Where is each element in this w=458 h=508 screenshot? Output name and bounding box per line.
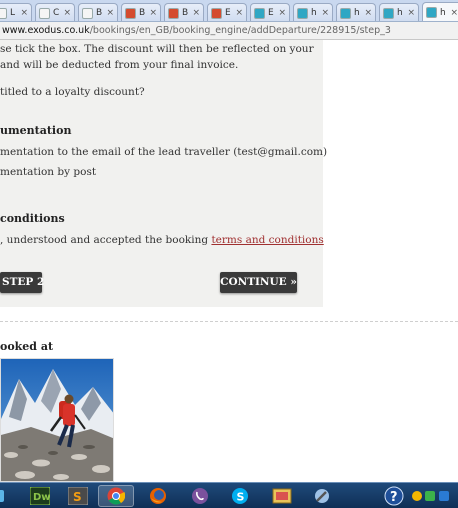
exodus-icon	[340, 7, 351, 19]
close-tab-icon[interactable]: ×	[450, 8, 458, 18]
close-tab-icon[interactable]: ×	[20, 8, 28, 18]
browser-tab[interactable]: L ×	[0, 3, 32, 21]
svg-text:S: S	[237, 491, 245, 504]
tab-title: B	[182, 8, 189, 18]
close-tab-icon[interactable]: ×	[278, 8, 286, 18]
svg-text:Dw: Dw	[33, 492, 50, 503]
browser-tab-strip: L × C × B × B × B × E × E × h × h × h × h ×	[0, 0, 458, 22]
dreamweaver-icon[interactable]: Dw	[22, 485, 58, 507]
browser-tab[interactable]: E ×	[207, 3, 247, 21]
tools-icon[interactable]	[304, 485, 340, 507]
loyalty-discount-question[interactable]: titled to a loyalty discount?	[0, 86, 145, 98]
conditions-text: , understood and accepted the booking	[0, 234, 212, 246]
url-path: /bookings/en_GB/booking_engine/addDepart…	[89, 25, 391, 36]
start-button[interactable]	[0, 485, 8, 507]
chrome-icon[interactable]	[98, 485, 134, 507]
exodus-icon	[297, 7, 308, 19]
tab-title: h	[440, 7, 446, 18]
browser-tab[interactable]: h ×	[336, 3, 376, 21]
tab-title: B	[96, 8, 103, 18]
double-chevron-right-icon: »	[290, 276, 297, 288]
continue-button[interactable]: CONTINUE »	[220, 272, 297, 293]
doc-option-post[interactable]: mentation by post	[0, 166, 96, 178]
url-domain: www.exodus.co.uk	[2, 25, 90, 36]
browser-tab[interactable]: B ×	[164, 3, 204, 21]
browser-tab[interactable]: E ×	[250, 3, 290, 21]
sublime-icon[interactable]: S	[60, 485, 96, 507]
svg-text:?: ?	[390, 490, 398, 505]
browser-tab[interactable]: C ×	[35, 3, 75, 21]
tab-title: C	[53, 8, 60, 18]
tray-network-icon	[439, 491, 449, 501]
conditions-heading: conditions	[0, 212, 65, 225]
close-tab-icon[interactable]: ×	[192, 8, 200, 18]
gmail-icon	[125, 7, 136, 19]
trekker-photo	[0, 358, 114, 482]
page-icon	[39, 7, 50, 19]
back-button-label: STEP 2	[2, 276, 45, 288]
browser-tab[interactable]: h ×	[422, 2, 458, 21]
tray-wechat-icon	[425, 491, 435, 501]
close-tab-icon[interactable]: ×	[149, 8, 157, 18]
tab-title: h	[397, 8, 403, 18]
close-tab-icon[interactable]: ×	[63, 8, 71, 18]
discount-instructions-line1: se tick the box. The discount will then …	[0, 43, 314, 55]
close-tab-icon[interactable]: ×	[364, 8, 372, 18]
exodus-icon	[426, 7, 437, 18]
address-bar[interactable]: www.exodus.co.uk/bookings/en_GB/booking_…	[0, 22, 458, 40]
tab-title: L	[10, 8, 16, 18]
close-tab-icon[interactable]: ×	[321, 8, 329, 18]
tab-title: E	[268, 8, 274, 18]
system-tray[interactable]	[410, 485, 458, 507]
close-tab-icon[interactable]: ×	[407, 8, 415, 18]
tab-title: h	[354, 8, 360, 18]
browser-tab[interactable]: h ×	[293, 3, 333, 21]
section-divider	[0, 321, 458, 322]
tab-title: E	[225, 8, 231, 18]
firefox-icon[interactable]	[140, 485, 176, 507]
close-tab-icon[interactable]: ×	[106, 8, 114, 18]
browser-tab[interactable]: h ×	[379, 3, 419, 21]
viber-icon[interactable]	[182, 485, 218, 507]
continue-button-label: CONTINUE	[220, 276, 287, 288]
booking-form-panel: se tick the box. The discount will then …	[0, 40, 327, 307]
back-to-step-2-button[interactable]: STEP 2	[0, 272, 45, 293]
photos-icon[interactable]	[264, 485, 300, 507]
windows-taskbar: Dw S S ?	[0, 482, 458, 508]
page-icon	[0, 7, 7, 19]
gmail-icon	[211, 7, 222, 19]
booked-at-heading: ooked at	[0, 340, 54, 353]
tray-norton-icon	[412, 491, 422, 501]
terms-and-conditions-link[interactable]: terms and conditions	[211, 234, 323, 246]
skype-icon[interactable]: S	[222, 485, 258, 507]
tab-title: h	[311, 8, 317, 18]
discount-instructions-line2: and will be deducted from your final inv…	[0, 59, 239, 71]
svg-text:S: S	[73, 490, 82, 504]
gmail-icon	[168, 7, 179, 19]
exodus-icon	[383, 7, 394, 19]
conditions-acceptance[interactable]: , understood and accepted the booking te…	[0, 234, 324, 246]
page-icon	[82, 7, 93, 19]
help-icon[interactable]: ?	[380, 485, 408, 507]
browser-tab[interactable]: B ×	[78, 3, 118, 21]
tab-title: B	[139, 8, 146, 18]
exodus-icon	[254, 7, 265, 19]
browser-tab[interactable]: B ×	[121, 3, 161, 21]
close-tab-icon[interactable]: ×	[235, 8, 243, 18]
documentation-heading: umentation	[0, 124, 72, 137]
doc-option-email[interactable]: mentation to the email of the lead trave…	[0, 146, 327, 158]
